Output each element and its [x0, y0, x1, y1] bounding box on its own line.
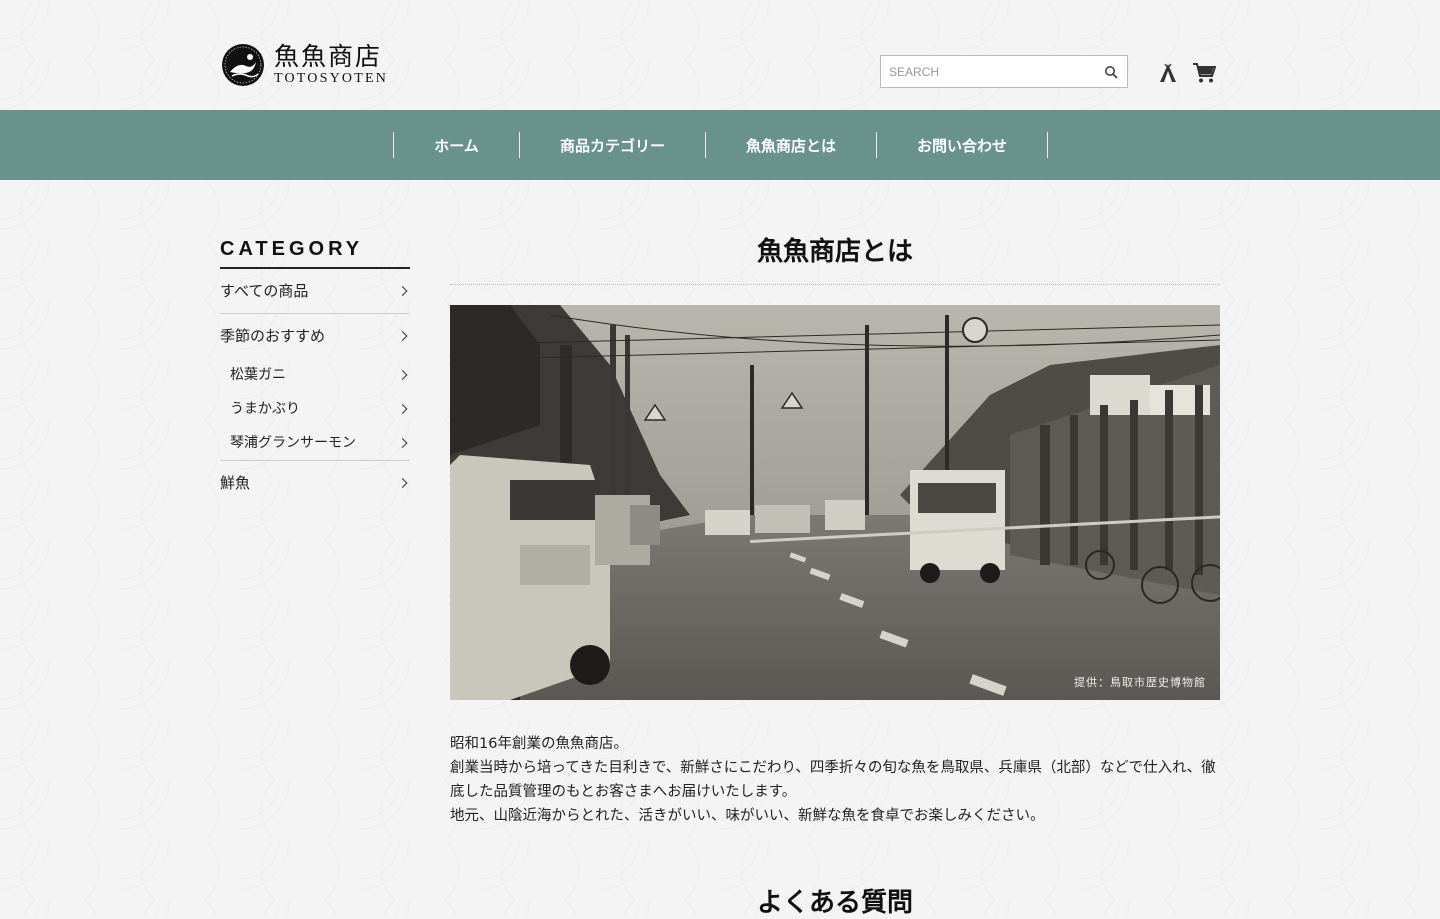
street-scene-image [450, 305, 1220, 700]
sidebar-item-kotoura-salmon[interactable]: 琴浦グランサーモン [220, 426, 410, 461]
sidebar-item-label: 松葉ガニ [230, 367, 286, 383]
chevron-right-icon [397, 370, 408, 380]
logo-title-jp: 魚魚商店 [274, 42, 383, 71]
fish-logo-icon [222, 44, 264, 86]
chevron-right-icon [397, 404, 408, 414]
chevron-right-icon [397, 438, 408, 448]
historic-street-photo: 提供：鳥取市歴史博物館 [450, 305, 1220, 700]
nav-item-home[interactable]: ホーム [394, 132, 520, 158]
nav-item-categories[interactable]: 商品カテゴリー [520, 132, 706, 158]
sidebar-item-label: 季節のおすすめ [220, 327, 326, 345]
sidebar-item-umakaburi[interactable]: うまかぶり [220, 392, 410, 426]
sidebar-title: CATEGORY [220, 238, 410, 269]
logo-title-en: TOTOSYOTEN [274, 71, 389, 86]
intro-text: 昭和16年創業の魚魚商店。 創業当時から培ってきた目利きで、新鮮さにこだわり、四… [450, 732, 1220, 828]
chevron-right-icon [397, 478, 408, 488]
chevron-right-icon [397, 286, 408, 296]
nav-item-about[interactable]: 魚魚商店とは [706, 132, 877, 158]
intro-paragraph: 昭和16年創業の魚魚商店。 [450, 736, 628, 752]
sidebar-item-label: うまかぶり [230, 401, 300, 417]
sidebar-item-label: すべての商品 [220, 282, 309, 300]
main-content: 魚魚商店とは 提供：鳥取市歴史博物館 昭和16年創業の魚魚商店。 創業当時から培… [450, 230, 1220, 918]
chevron-right-icon [397, 331, 408, 341]
sidebar-item-label: 鮮魚 [220, 474, 251, 492]
main-nav: ホーム 商品カテゴリー 魚魚商店とは お問い合わせ [0, 110, 1440, 180]
sidebar-item-fresh-fish[interactable]: 鮮魚 [220, 461, 410, 505]
site-logo[interactable]: 魚魚商店 TOTOSYOTEN [220, 40, 400, 90]
category-sidebar: CATEGORY すべての商品 季節のおすすめ 松葉ガニ うまかぶり 琴浦グラン… [220, 238, 410, 505]
sidebar-item-all-products[interactable]: すべての商品 [220, 269, 410, 314]
sidebar-item-label: 琴浦グランサーモン [230, 435, 356, 451]
nav-item-contact[interactable]: お問い合わせ [877, 132, 1048, 158]
search-icon[interactable] [1104, 65, 1118, 79]
intro-paragraph: 地元、山陰近海からとれた、活きがいい、味がいい、新鮮な魚を食卓でお楽しみください… [450, 808, 1045, 824]
search-box [880, 55, 1128, 88]
sidebar-item-matsuba-crab[interactable]: 松葉ガニ [220, 358, 410, 392]
cart-icon[interactable] [1192, 62, 1216, 84]
photo-credit: 提供：鳥取市歴史博物館 [1074, 676, 1206, 689]
search-input[interactable] [881, 56, 1107, 87]
page-title: 魚魚商店とは [450, 230, 1220, 285]
sidebar-item-seasonal[interactable]: 季節のおすすめ [220, 314, 410, 358]
site-header: 魚魚商店 TOTOSYOTEN [0, 0, 1440, 110]
faq-heading: よくある質問 [756, 888, 913, 918]
intro-paragraph: 創業当時から培ってきた目利きで、新鮮さにこだわり、四季折々の旬な魚を鳥取県、兵庫… [450, 760, 1216, 800]
account-icon[interactable] [1157, 62, 1179, 84]
